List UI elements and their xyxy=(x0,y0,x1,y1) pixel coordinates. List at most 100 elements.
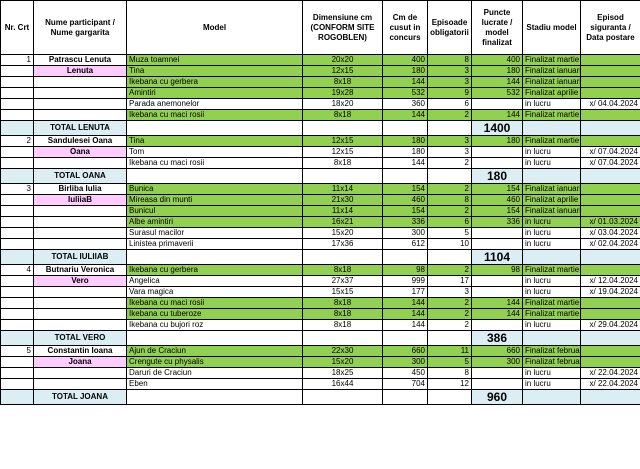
total-spacer-cell[interactable] xyxy=(382,168,428,184)
total-spacer-cell[interactable] xyxy=(0,330,34,346)
episodes-cell[interactable]: 6 xyxy=(427,216,472,228)
points-cell[interactable]: 460 xyxy=(471,194,523,206)
model-cell[interactable]: Surasul macilor xyxy=(126,227,303,239)
participant-nick-cell[interactable]: Oana xyxy=(33,146,127,158)
cm-cell[interactable]: 300 xyxy=(382,227,428,239)
episodes-cell[interactable]: 3 xyxy=(427,146,472,158)
points-cell[interactable]: 180 xyxy=(471,65,523,77)
total-label-cell[interactable]: TOTAL VERO xyxy=(33,330,127,346)
total-spacer-cell[interactable] xyxy=(427,249,472,265)
participant-number-cell[interactable] xyxy=(0,205,34,217)
total-spacer-cell[interactable] xyxy=(126,120,303,136)
episodes-cell[interactable]: 5 xyxy=(427,227,472,239)
total-value-cell[interactable]: 1104 xyxy=(471,249,523,265)
insurance-cell[interactable] xyxy=(580,308,640,320)
total-spacer-cell[interactable] xyxy=(522,389,581,405)
participant-number-cell[interactable] xyxy=(0,367,34,379)
cm-cell[interactable]: 144 xyxy=(382,157,428,169)
total-spacer-cell[interactable] xyxy=(302,249,383,265)
model-cell[interactable]: Eben xyxy=(126,378,303,390)
total-spacer-cell[interactable] xyxy=(126,389,303,405)
stage-cell[interactable]: in lucru xyxy=(522,157,581,169)
total-label-cell[interactable]: TOTAL LENUTA xyxy=(33,120,127,136)
participant-name-cell[interactable] xyxy=(33,367,127,379)
cm-cell[interactable]: 704 xyxy=(382,378,428,390)
stage-cell[interactable]: in lucru xyxy=(522,216,581,228)
stage-cell[interactable]: in lucru xyxy=(522,275,581,287)
episodes-cell[interactable]: 8 xyxy=(427,194,472,206)
participant-name-cell[interactable] xyxy=(33,378,127,390)
model-cell[interactable]: Ikebana cu maci rosii xyxy=(126,297,303,309)
insurance-cell[interactable] xyxy=(580,65,640,77)
participant-number-cell[interactable] xyxy=(0,319,34,331)
episodes-cell[interactable]: 3 xyxy=(427,135,472,147)
participant-name-cell[interactable] xyxy=(33,109,127,121)
points-cell[interactable]: 144 xyxy=(471,297,523,309)
dimension-cell[interactable]: 21x30 xyxy=(302,194,383,206)
stage-cell[interactable]: Finalizat martie xyxy=(522,135,581,147)
stage-cell[interactable]: in lucru xyxy=(522,319,581,331)
participant-number-cell[interactable] xyxy=(0,65,34,77)
episodes-cell[interactable]: 8 xyxy=(427,367,472,379)
total-spacer-cell[interactable] xyxy=(580,120,640,136)
stage-cell[interactable]: in lucru xyxy=(522,238,581,250)
model-cell[interactable]: Tina xyxy=(126,135,303,147)
dimension-cell[interactable]: 11x14 xyxy=(302,183,383,195)
total-spacer-cell[interactable] xyxy=(580,249,640,265)
insurance-cell[interactable]: x/ 12.04.2024 xyxy=(580,275,640,287)
participant-name-cell[interactable] xyxy=(33,157,127,169)
dimension-cell[interactable]: 27x37 xyxy=(302,275,383,287)
cm-cell[interactable]: 144 xyxy=(382,76,428,88)
points-cell[interactable] xyxy=(471,98,523,110)
participant-number-cell[interactable]: 1 xyxy=(0,54,34,66)
total-spacer-cell[interactable] xyxy=(522,330,581,346)
stage-cell[interactable]: Finalizat ianuarie xyxy=(522,205,581,217)
participant-number-cell[interactable] xyxy=(0,227,34,239)
insurance-cell[interactable] xyxy=(580,297,640,309)
insurance-cell[interactable]: x/ 07.04.2024 xyxy=(580,157,640,169)
total-spacer-cell[interactable] xyxy=(302,389,383,405)
participant-name-cell[interactable]: Birliba Iulia xyxy=(33,183,127,195)
total-spacer-cell[interactable] xyxy=(382,120,428,136)
cm-cell[interactable]: 98 xyxy=(382,264,428,276)
points-cell[interactable]: 154 xyxy=(471,183,523,195)
cm-cell[interactable]: 144 xyxy=(382,297,428,309)
header-stage[interactable]: Stadiu model xyxy=(522,0,581,55)
insurance-cell[interactable]: x/ 04.04.2024 xyxy=(580,98,640,110)
participant-name-cell[interactable] xyxy=(33,205,127,217)
points-cell[interactable]: 660 xyxy=(471,345,523,357)
stage-cell[interactable]: in lucru xyxy=(522,367,581,379)
total-spacer-cell[interactable] xyxy=(382,330,428,346)
stage-cell[interactable]: in lucru xyxy=(522,227,581,239)
total-spacer-cell[interactable] xyxy=(427,389,472,405)
dimension-cell[interactable]: 15x15 xyxy=(302,286,383,298)
dimension-cell[interactable]: 20x20 xyxy=(302,54,383,66)
participant-name-cell[interactable] xyxy=(33,216,127,228)
total-value-cell[interactable]: 386 xyxy=(471,330,523,346)
participant-name-cell[interactable] xyxy=(33,238,127,250)
cm-cell[interactable]: 177 xyxy=(382,286,428,298)
participant-number-cell[interactable] xyxy=(0,308,34,320)
participant-name-cell[interactable]: Butnariu Veronica xyxy=(33,264,127,276)
insurance-cell[interactable] xyxy=(580,183,640,195)
participant-name-cell[interactable] xyxy=(33,227,127,239)
total-label-cell[interactable]: TOTAL OANA xyxy=(33,168,127,184)
cm-cell[interactable]: 144 xyxy=(382,109,428,121)
insurance-cell[interactable] xyxy=(580,54,640,66)
dimension-cell[interactable]: 19x28 xyxy=(302,87,383,99)
model-cell[interactable]: Tina xyxy=(126,65,303,77)
stage-cell[interactable]: in lucru xyxy=(522,378,581,390)
points-cell[interactable] xyxy=(471,286,523,298)
points-cell[interactable] xyxy=(471,378,523,390)
participant-number-cell[interactable] xyxy=(0,216,34,228)
model-cell[interactable]: Tom xyxy=(126,146,303,158)
total-spacer-cell[interactable] xyxy=(382,389,428,405)
stage-cell[interactable]: Finalizat martie xyxy=(522,109,581,121)
model-cell[interactable]: Bunicul xyxy=(126,205,303,217)
dimension-cell[interactable]: 12x15 xyxy=(302,146,383,158)
total-spacer-cell[interactable] xyxy=(302,120,383,136)
cm-cell[interactable]: 180 xyxy=(382,65,428,77)
stage-cell[interactable]: Finalizat martie xyxy=(522,297,581,309)
insurance-cell[interactable] xyxy=(580,356,640,368)
insurance-cell[interactable]: x/ 22.04.2024 xyxy=(580,367,640,379)
